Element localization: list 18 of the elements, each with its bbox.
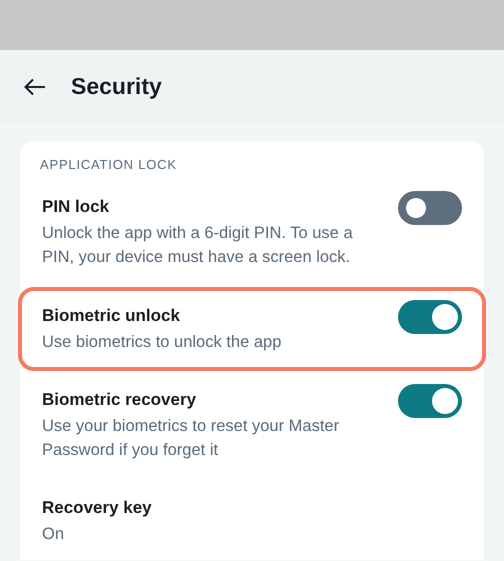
setting-row[interactable]: Biometric recovery Use your biometrics to reset your Master Password if you forget it [18,375,486,476]
toggle-switch[interactable] [398,384,462,418]
setting-title: Biometric recovery [42,390,198,410]
setting-description: Use biometrics to unlock the app [42,332,282,353]
setting-title: PIN lock [42,197,110,217]
setting-description: On [42,524,66,545]
page-title: Security [71,73,162,100]
setting-description: Unlock the app with a 6-digit PIN. To use a PIN, your device must have a screen lock. [42,223,354,268]
setting-title: Biometric unlock [42,306,181,326]
setting-row[interactable]: Recovery key On [18,476,486,560]
setting-description: Use your biometrics to reset your Master Password if you forget it [42,416,340,461]
setting-row[interactable]: PIN lock Unlock the app with a 6-digit PIN. To use a PIN, your device must have a screen lock. [18,182,486,283]
back-arrow-icon[interactable] [24,78,46,96]
setting-title: Recovery key [42,498,153,518]
highlighted-setting-row[interactable]: Biometric unlock Use biometrics to unlock the app [18,287,486,371]
toggle-switch[interactable] [398,191,462,225]
section-label: APPLICATION LOCK [39,157,178,174]
toggle-switch[interactable] [398,300,462,334]
